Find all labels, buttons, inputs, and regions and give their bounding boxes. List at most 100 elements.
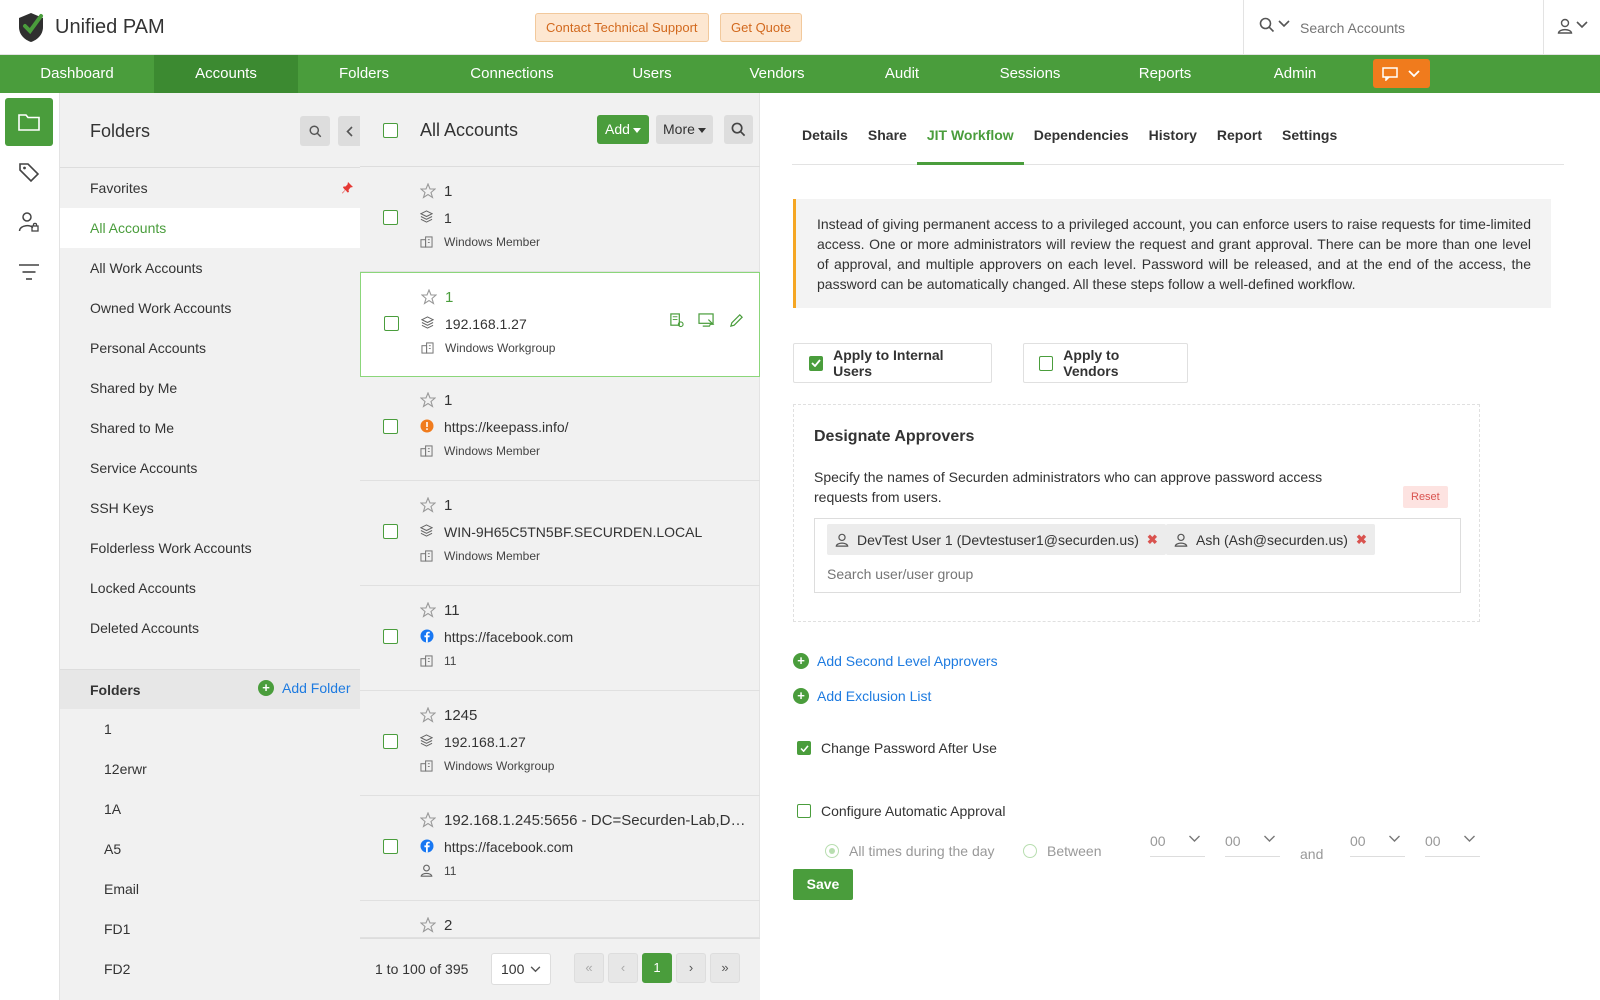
auto-approval-option[interactable]: Configure Automatic Approval: [797, 803, 1005, 819]
row-checkbox[interactable]: [384, 316, 399, 331]
all-times-option[interactable]: All times during the day: [825, 843, 995, 859]
folder-item-ssh-keys[interactable]: SSH Keys: [60, 488, 360, 528]
subfolder-item[interactable]: Email: [60, 869, 360, 909]
account-row[interactable]: 1 WIN-9H65C5TN5BF.SECURDEN.LOCAL Windows M…: [360, 481, 760, 586]
add-second-level-approvers-link[interactable]: + Add Second Level Approvers: [793, 653, 998, 669]
tab-settings[interactable]: Settings: [1272, 115, 1347, 165]
subfolder-item[interactable]: FD1: [60, 909, 360, 949]
favorite-star-icon[interactable]: [419, 706, 437, 726]
app-logo[interactable]: Unified PAM: [16, 11, 165, 43]
all-times-radio[interactable]: [825, 844, 839, 858]
prev-page-button[interactable]: ‹: [608, 953, 638, 983]
row-checkbox[interactable]: [383, 524, 398, 539]
folder-item-shared-by-me[interactable]: Shared by Me: [60, 368, 360, 408]
subfolder-item[interactable]: 12erwr: [60, 749, 360, 789]
account-row[interactable]: 2: [360, 901, 760, 938]
tab-jit-workflow[interactable]: JIT Workflow: [916, 115, 1024, 165]
rail-tags[interactable]: [5, 148, 53, 196]
edit-pencil-icon[interactable]: [729, 313, 744, 331]
favorite-star-icon[interactable]: [419, 601, 437, 621]
folder-item-shared-to-me[interactable]: Shared to Me: [60, 408, 360, 448]
subfolder-item[interactable]: FD2: [60, 949, 360, 989]
contact-support-button[interactable]: Contact Technical Support: [535, 13, 709, 42]
get-quote-button[interactable]: Get Quote: [720, 13, 802, 42]
folder-item-all-work-accounts[interactable]: All Work Accounts: [60, 248, 360, 288]
subfolder-item[interactable]: 1A: [60, 789, 360, 829]
nav-accounts[interactable]: Accounts: [154, 55, 298, 93]
row-checkbox[interactable]: [383, 419, 398, 434]
nav-admin[interactable]: Admin: [1230, 55, 1360, 93]
nav-audit[interactable]: Audit: [844, 55, 960, 93]
account-row[interactable]: 1 1 Windows Member: [360, 167, 760, 272]
reset-button[interactable]: Reset: [1403, 486, 1448, 508]
search-accounts-input[interactable]: [1300, 16, 1520, 40]
approver-picker[interactable]: DevTest User 1 (Devtestuser1@securden.us…: [814, 518, 1461, 593]
start-minute-select[interactable]: 00: [1225, 833, 1280, 857]
copy-password-icon[interactable]: [669, 313, 684, 331]
rail-user-accounts[interactable]: [5, 198, 53, 246]
folder-item-owned-work-accounts[interactable]: Owned Work Accounts: [60, 288, 360, 328]
start-hour-select[interactable]: 00: [1150, 833, 1205, 857]
tab-share[interactable]: Share: [858, 115, 917, 165]
approver-search-input[interactable]: [827, 564, 977, 584]
folder-item-service-accounts[interactable]: Service Accounts: [60, 448, 360, 488]
row-checkbox[interactable]: [383, 210, 398, 225]
select-all-checkbox[interactable]: [383, 123, 398, 138]
folder-item-favorites[interactable]: Favorites: [60, 168, 360, 208]
folder-item-locked-accounts[interactable]: Locked Accounts: [60, 568, 360, 608]
rail-filter[interactable]: [5, 248, 53, 296]
change-password-checkbox[interactable]: [797, 741, 811, 755]
row-checkbox[interactable]: [383, 734, 398, 749]
launch-connection-icon[interactable]: [698, 313, 715, 331]
favorite-star-icon[interactable]: [419, 182, 437, 202]
favorite-star-icon[interactable]: [419, 916, 437, 936]
remove-tag-icon[interactable]: ✖: [1147, 532, 1158, 548]
next-page-button[interactable]: ›: [676, 953, 706, 983]
add-account-button[interactable]: Add: [597, 115, 649, 144]
account-row[interactable]: 1 https://keepass.info/Windows Member: [360, 376, 760, 481]
favorite-star-icon[interactable]: [419, 391, 437, 411]
rail-folders[interactable]: [5, 98, 53, 146]
folder-item-all-accounts[interactable]: All Accounts: [60, 208, 360, 248]
announcements-button[interactable]: [1373, 59, 1430, 88]
first-page-button[interactable]: «: [574, 953, 604, 983]
nav-connections[interactable]: Connections: [430, 55, 594, 93]
row-checkbox[interactable]: [383, 629, 398, 644]
folder-item-deleted-accounts[interactable]: Deleted Accounts: [60, 608, 360, 648]
current-page-button[interactable]: 1: [642, 953, 672, 983]
nav-dashboard[interactable]: Dashboard: [0, 55, 154, 93]
user-menu[interactable]: [1543, 0, 1600, 55]
tab-details[interactable]: Details: [792, 115, 858, 165]
apply-internal-users-option[interactable]: Apply to Internal Users: [793, 343, 992, 383]
apply-vendors-option[interactable]: Apply to Vendors: [1023, 343, 1188, 383]
favorite-star-icon[interactable]: [420, 288, 438, 308]
tab-history[interactable]: History: [1139, 115, 1207, 165]
between-option[interactable]: Between: [1023, 843, 1101, 859]
account-search-button[interactable]: [724, 115, 753, 144]
change-password-option[interactable]: Change Password After Use: [797, 740, 997, 756]
account-row[interactable]: 192.168.1.245:5656 - DC=Securden-Lab,DC=…: [360, 796, 760, 901]
tab-report[interactable]: Report: [1207, 115, 1272, 165]
folder-search-button[interactable]: [300, 116, 330, 146]
more-button[interactable]: More: [656, 115, 713, 144]
folder-item-folderless-work-accounts[interactable]: Folderless Work Accounts: [60, 528, 360, 568]
collapse-panel-button[interactable]: [338, 116, 360, 146]
auto-approval-checkbox[interactable]: [797, 804, 811, 818]
add-folder-button[interactable]: + Add Folder: [258, 680, 350, 696]
account-row[interactable]: 1245 192.168.1.27 Windows Workgroup: [360, 691, 760, 796]
nav-vendors[interactable]: Vendors: [710, 55, 844, 93]
apply-vendors-checkbox[interactable]: [1039, 355, 1054, 371]
search-icon[interactable]: [1259, 17, 1275, 33]
account-row[interactable]: 1 192.168.1.27 Windows Workgroup: [360, 272, 760, 377]
nav-reports[interactable]: Reports: [1100, 55, 1230, 93]
save-button[interactable]: Save: [793, 869, 853, 900]
favorite-star-icon[interactable]: [419, 811, 437, 831]
per-page-select[interactable]: 100: [491, 953, 551, 985]
account-row[interactable]: 11 https://facebook.com 11: [360, 586, 760, 691]
between-radio[interactable]: [1023, 844, 1037, 858]
folder-item-personal-accounts[interactable]: Personal Accounts: [60, 328, 360, 368]
favorite-star-icon[interactable]: [419, 496, 437, 516]
apply-internal-users-checkbox[interactable]: [809, 355, 824, 371]
remove-tag-icon[interactable]: ✖: [1356, 532, 1367, 548]
add-exclusion-list-link[interactable]: + Add Exclusion List: [793, 688, 931, 704]
